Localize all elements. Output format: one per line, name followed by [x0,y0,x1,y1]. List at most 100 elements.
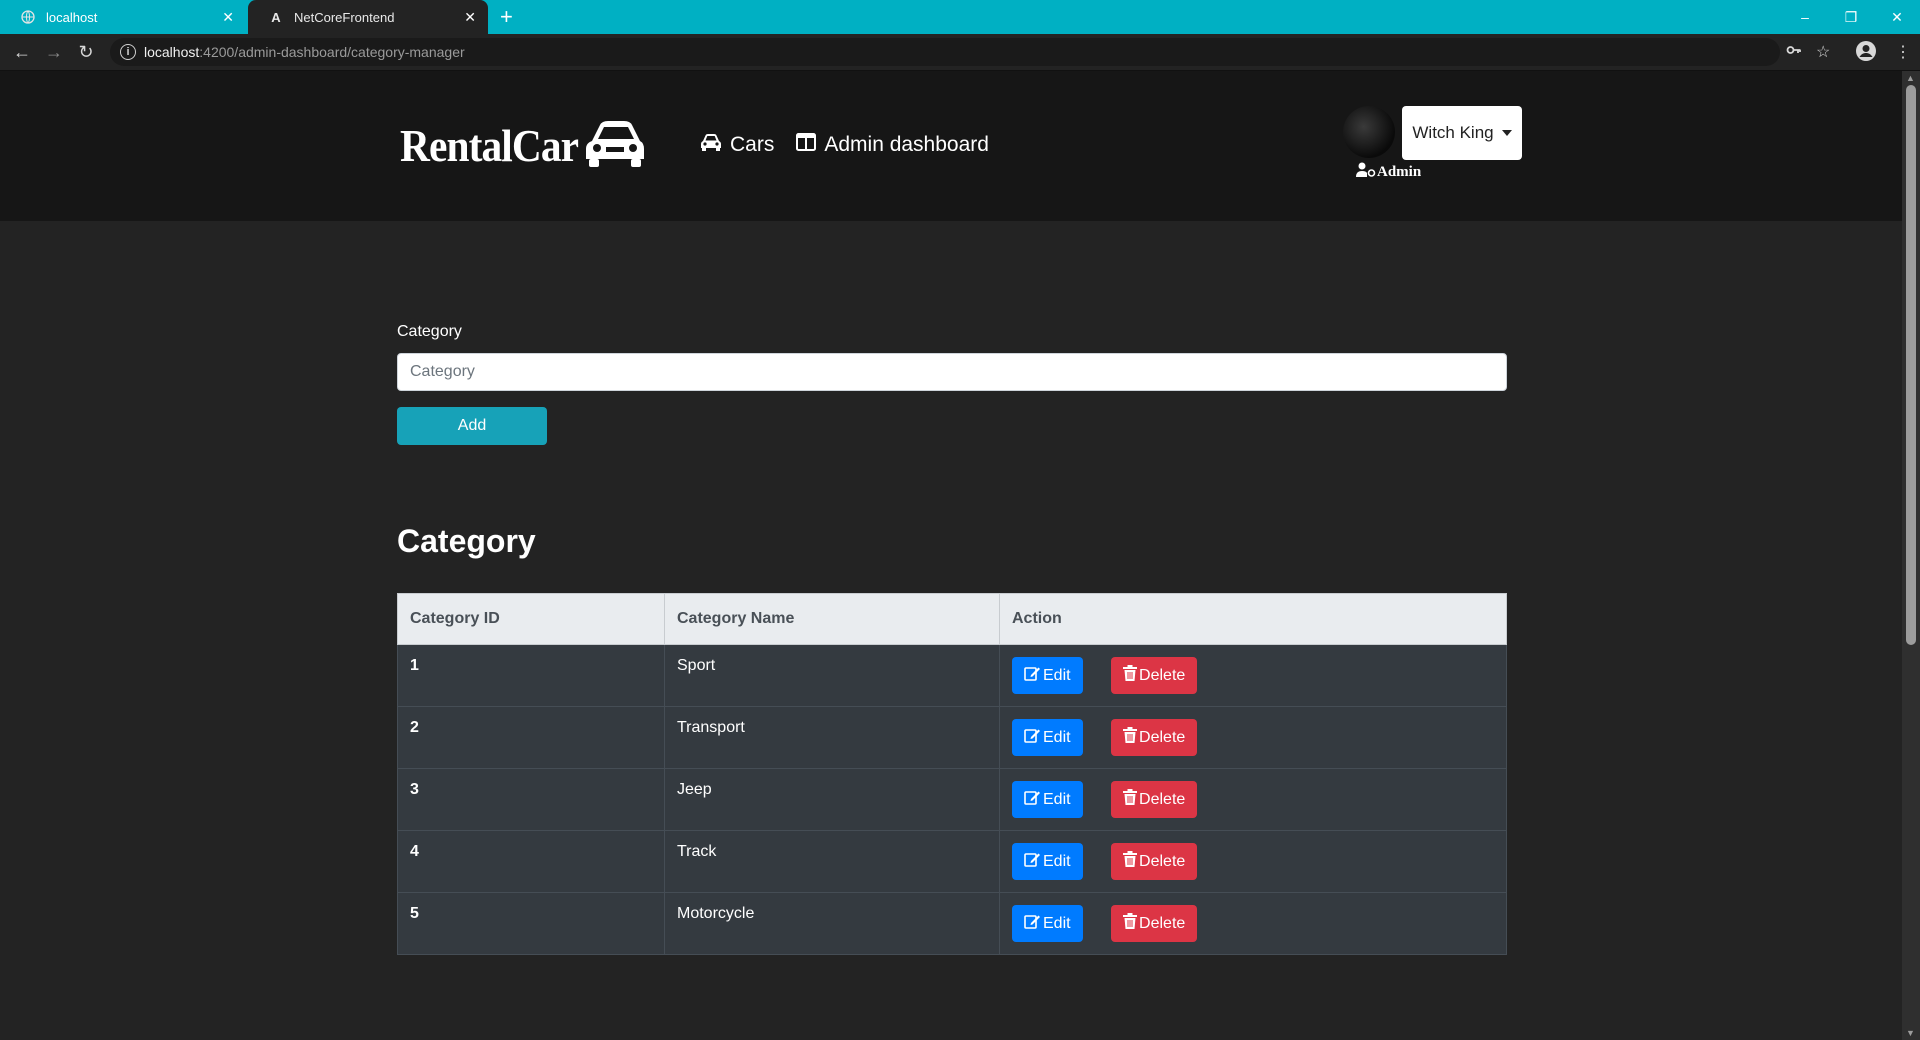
table-header-row: Category ID Category Name Action [397,593,1507,645]
close-tab-icon[interactable]: ✕ [464,9,476,26]
user-role-label: Admin [1377,163,1422,180]
columns-icon [796,133,817,157]
delete-button[interactable]: Delete [1111,719,1198,756]
browser-toolbar: ← → ↻ i localhost :4200/admin-dashboard/… [0,34,1920,71]
nav-cars-link[interactable]: Cars [700,133,774,157]
user-dropdown-button[interactable]: Witch King [1402,106,1522,160]
user-cog-icon [1356,162,1376,182]
edit-button[interactable]: Edit [1012,905,1083,942]
category-label: Category [397,323,462,340]
edit-button[interactable]: Edit [1012,781,1083,818]
edit-button[interactable]: Edit [1012,843,1083,880]
minimize-icon[interactable]: – [1782,0,1828,34]
category-name: Transport [664,706,1000,769]
edit-icon [1024,789,1041,810]
url-path: :4200/admin-dashboard/category-manager [199,44,465,60]
edit-label: Edit [1043,666,1071,684]
restore-icon[interactable]: ❐ [1828,0,1874,34]
table-row: 2 Transport Edit Delete [397,706,1507,769]
car-icon [700,133,722,157]
avatar[interactable] [1343,106,1395,158]
category-name: Sport [664,644,1000,707]
table-body: 1 Sport Edit Delete 2 Transport Edit Del… [397,644,1507,955]
category-id: 1 [397,644,665,707]
action-cell: Edit Delete [999,706,1507,769]
edit-icon [1024,913,1041,934]
edit-button[interactable]: Edit [1012,719,1083,756]
back-icon[interactable]: ← [10,40,34,64]
edit-label: Edit [1043,790,1071,808]
nav-admin-dashboard-label: Admin dashboard [824,133,989,156]
trash-icon [1123,727,1138,748]
action-cell: Edit Delete [999,768,1507,831]
column-header: Action [999,593,1507,645]
action-cell: Edit Delete [999,830,1507,893]
page-scrollbar[interactable]: ▲ ▼ [1902,71,1920,1040]
browser-menu-icon[interactable]: ⋮ [1895,42,1911,62]
action-cell: Edit Delete [999,644,1507,707]
delete-label: Delete [1139,790,1186,808]
key-icon[interactable] [1786,42,1802,63]
category-name: Motorcycle [664,892,1000,955]
table-row: 1 Sport Edit Delete [397,644,1507,707]
delete-label: Delete [1139,852,1186,870]
edit-label: Edit [1043,852,1071,870]
action-cell: Edit Delete [999,892,1507,955]
browser-tab-localhost[interactable]: localhost ✕ [0,0,246,34]
delete-button[interactable]: Delete [1111,843,1198,880]
trash-icon [1123,851,1138,872]
category-id: 2 [397,706,665,769]
delete-button[interactable]: Delete [1111,905,1198,942]
close-window-icon[interactable]: ✕ [1874,0,1920,34]
reload-icon[interactable]: ↻ [74,40,98,64]
forward-icon[interactable]: → [42,40,66,64]
main-nav: Cars Admin dashboard [700,133,989,157]
table-row: 3 Jeep Edit Delete [397,768,1507,831]
logo-car-icon [584,117,646,174]
logo-text: RentalCar [400,120,579,171]
edit-label: Edit [1043,914,1071,932]
edit-icon [1024,851,1041,872]
trash-icon [1123,665,1138,686]
delete-button[interactable]: Delete [1111,657,1198,694]
user-role: Admin [1356,162,1421,182]
edit-button[interactable]: Edit [1012,657,1083,694]
site-logo[interactable]: RentalCar [400,117,646,174]
category-name: Track [664,830,1000,893]
nav-admin-dashboard-link[interactable]: Admin dashboard [796,133,989,157]
chevron-down-icon [1501,130,1512,136]
edit-icon [1024,665,1041,686]
site-header: RentalCar Cars Admin dashboard Witch Kin… [0,71,1902,221]
url-host: localhost [144,44,200,60]
globe-icon [20,9,36,25]
scroll-down-icon[interactable]: ▼ [1906,1028,1915,1038]
trash-icon [1123,789,1138,810]
category-id: 5 [397,892,665,955]
section-title: Category [397,523,536,559]
category-id: 3 [397,768,665,831]
new-tab-button[interactable]: + [500,5,513,29]
tab-title: localhost [46,9,98,25]
category-id: 4 [397,830,665,893]
delete-label: Delete [1139,728,1186,746]
browser-tab-netcorefrontend[interactable]: A NetCoreFrontend ✕ [248,0,488,34]
scrollbar-thumb[interactable] [1906,85,1916,645]
column-header: Category ID [397,593,665,645]
bookmark-star-icon[interactable]: ☆ [1816,42,1830,62]
address-bar[interactable]: i localhost :4200/admin-dashboard/catego… [110,38,1780,66]
page-content: RentalCar Cars Admin dashboard Witch Kin… [0,71,1902,1040]
browser-tab-bar: localhost ✕ A NetCoreFrontend ✕ + – ❐ ✕ [0,0,1920,34]
close-tab-icon[interactable]: ✕ [222,9,234,26]
delete-button[interactable]: Delete [1111,781,1198,818]
edit-icon [1024,727,1041,748]
angular-icon: A [271,9,281,25]
category-name: Jeep [664,768,1000,831]
delete-label: Delete [1139,914,1186,932]
table-row: 5 Motorcycle Edit Delete [397,892,1507,955]
delete-label: Delete [1139,666,1186,684]
scroll-up-icon[interactable]: ▲ [1906,73,1915,83]
category-input[interactable] [397,353,1507,391]
info-icon[interactable]: i [120,44,136,60]
profile-icon[interactable] [1855,40,1877,67]
add-button[interactable]: Add [397,407,547,445]
